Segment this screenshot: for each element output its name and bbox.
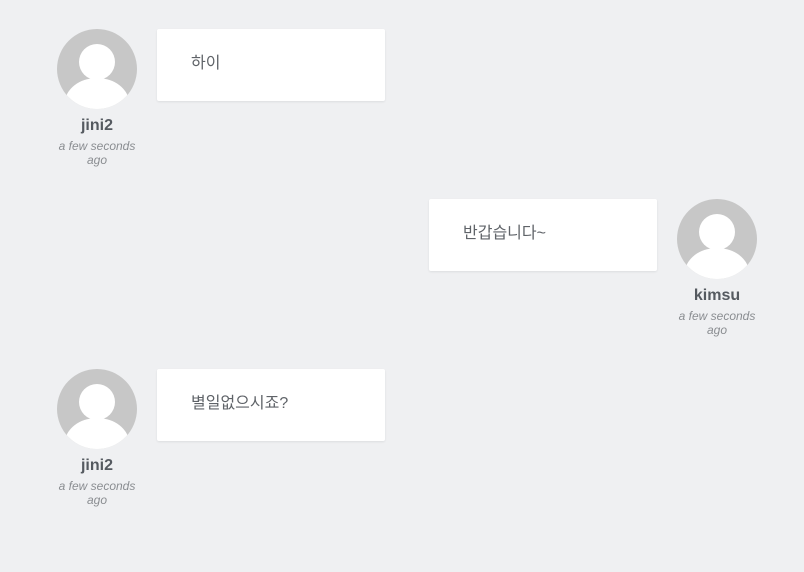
avatar-body-shape [685,248,749,279]
avatar-body-shape [65,78,129,109]
username[interactable]: kimsu [667,287,767,305]
timestamp: a few seconds ago [58,139,136,167]
message-bubble: 반갑습니다~ [429,199,657,271]
message-author: jini2 a few seconds ago [47,29,147,167]
message-author: kimsu a few seconds ago [667,199,767,337]
user-avatar-icon[interactable] [57,369,137,449]
message-bubble: 별일없으시죠? [157,369,385,441]
message-text: 반갑습니다~ [463,225,546,242]
message-text: 하이 [191,55,221,72]
timestamp: a few seconds ago [678,309,756,337]
user-avatar-icon[interactable] [57,29,137,109]
chat-message: jini2 a few seconds ago 별일없으시죠? [0,369,804,519]
user-avatar-icon[interactable] [677,199,757,279]
avatar-head-shape [699,214,735,250]
message-text: 별일없으시죠? [191,395,289,412]
avatar-body-shape [65,418,129,449]
username[interactable]: jini2 [47,117,147,135]
chat-message: jini2 a few seconds ago 하이 [0,29,804,179]
username[interactable]: jini2 [47,457,147,475]
chat-message: 반갑습니다~ kimsu a few seconds ago [0,199,804,349]
message-author: jini2 a few seconds ago [47,369,147,507]
message-bubble: 하이 [157,29,385,101]
avatar-head-shape [79,44,115,80]
avatar-head-shape [79,384,115,420]
timestamp: a few seconds ago [58,479,136,507]
